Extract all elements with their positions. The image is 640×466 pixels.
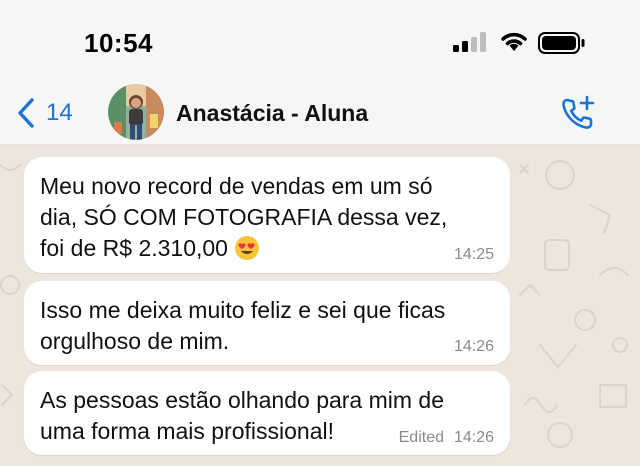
message-bubble[interactable]: Meu novo record de vendas em um só dia, … [24, 157, 510, 273]
wifi-icon [501, 32, 527, 51]
status-time: 10:54 [84, 28, 153, 58]
add-call-icon[interactable] [558, 94, 598, 134]
heart-eyes-emoji-icon [234, 236, 259, 260]
message-time: 14:26 [453, 338, 494, 355]
battery-icon [538, 32, 585, 54]
chevron-left-icon [18, 98, 34, 128]
message-text: Meu novo record de vendas em um só dia, … [40, 173, 448, 261]
status-bar: 10:54 [0, 0, 640, 86]
unread-count: 14 [46, 99, 73, 126]
edited-label: Edited [398, 429, 444, 446]
message-bubble[interactable]: Isso me deixa muito feliz e sei que fica… [24, 281, 510, 365]
cellular-signal-icon [453, 32, 486, 52]
back-button[interactable]: 14 [16, 96, 73, 130]
message-text: Isso me deixa muito feliz e sei que fica… [40, 297, 446, 354]
message-time: 14:25 [453, 246, 494, 263]
contact-name[interactable]: Anastácia - Aluna [176, 100, 368, 127]
avatar[interactable] [108, 84, 164, 140]
message-bubble[interactable]: As pessoas estão olhando para mim de uma… [24, 371, 510, 455]
chat-area[interactable]: Meu novo record de vendas em um só dia, … [0, 145, 640, 466]
message-time: 14:26 [453, 429, 494, 446]
chat-header: 14 Anastácia - Aluna [0, 84, 640, 145]
